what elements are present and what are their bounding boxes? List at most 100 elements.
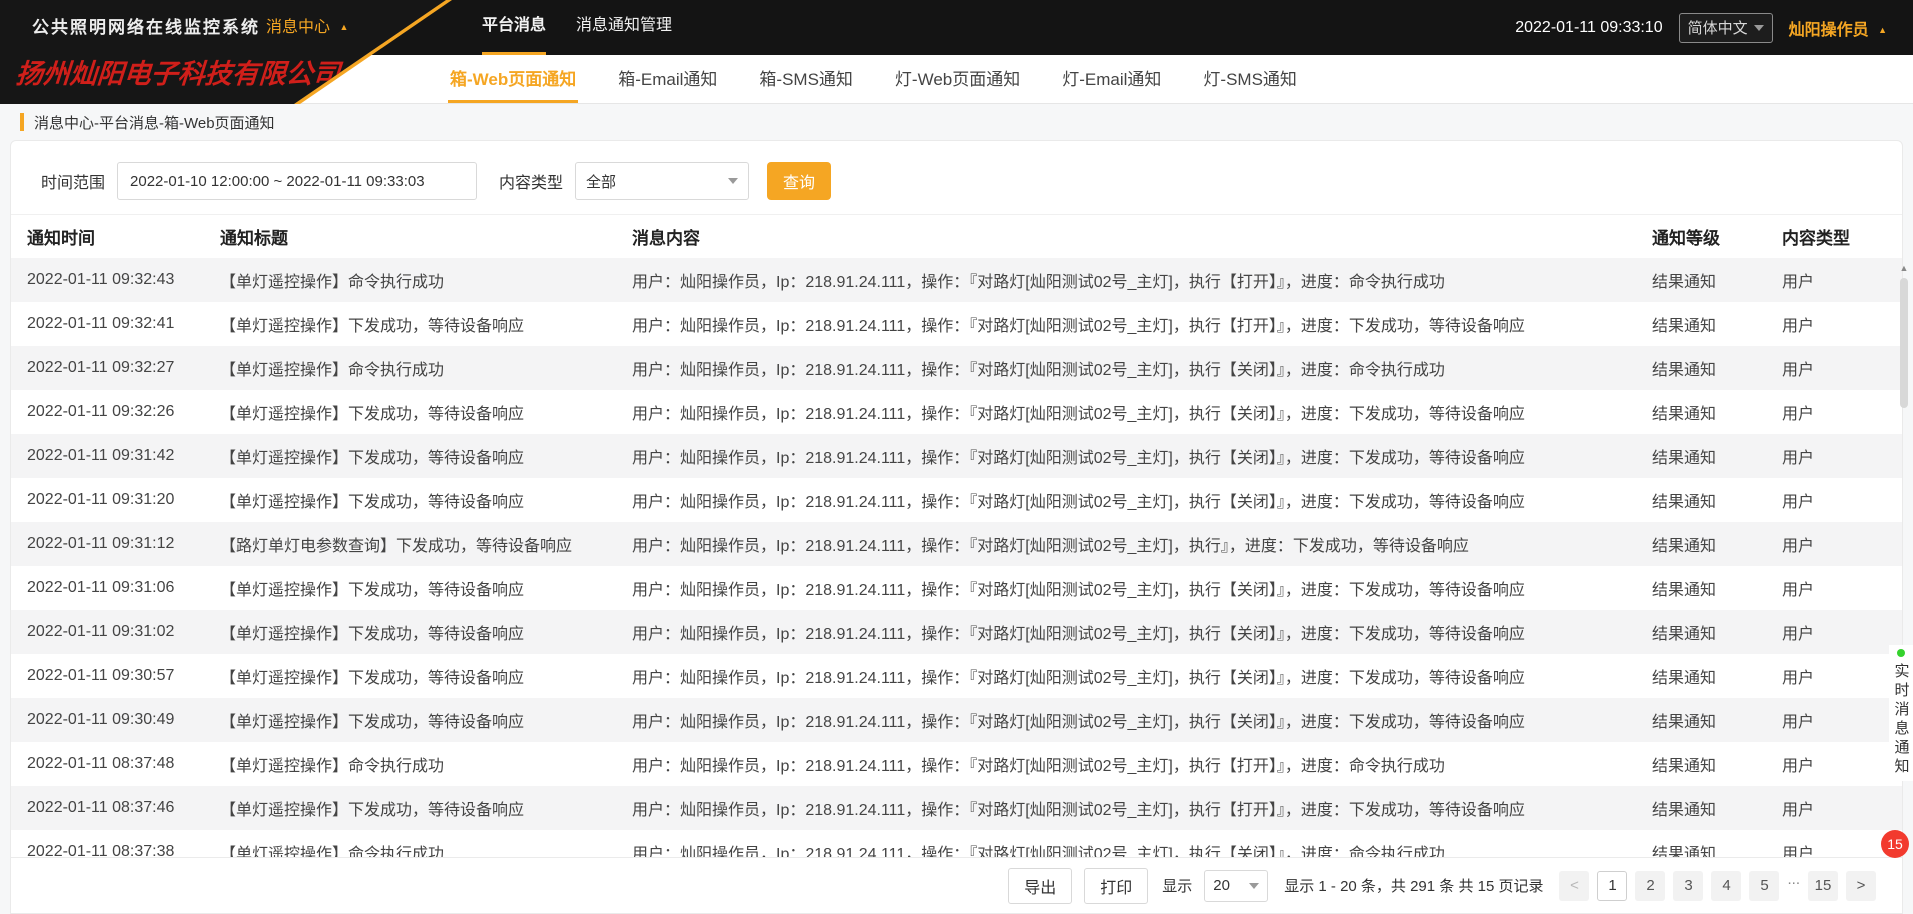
column-header: 消息内容 (616, 215, 1636, 258)
unread-count-badge[interactable]: 15 (1881, 830, 1909, 858)
cell-title: 【单灯遥控操作】下发成功，等待设备响应 (204, 654, 616, 698)
language-select[interactable]: 简体中文 (1679, 13, 1773, 43)
content-type-label: 内容类型 (499, 169, 563, 193)
realtime-message-widget[interactable]: 实时消息通知 (1889, 645, 1913, 781)
cell-type: 用户 (1766, 522, 1902, 566)
cell-time: 2022-01-11 09:32:43 (11, 258, 204, 302)
cell-content: 用户：灿阳操作员，Ip：218.91.24.111，操作：『对路灯[灿阳测试02… (616, 786, 1636, 830)
table-row[interactable]: 2022-01-11 08:37:48【单灯遥控操作】命令执行成功用户：灿阳操作… (11, 742, 1902, 786)
page-button-2[interactable]: 2 (1635, 871, 1665, 901)
topbar-content: 公共照明网络在线监控系统 消息中心 ▲ 平台消息 消息通知管理 2022-01-… (0, 0, 1913, 55)
cell-title: 【单灯遥控操作】命令执行成功 (204, 742, 616, 786)
table-row[interactable]: 2022-01-11 09:32:41【单灯遥控操作】下发成功，等待设备响应用户… (11, 302, 1902, 346)
cell-type: 用户 (1766, 390, 1902, 434)
cell-type: 用户 (1766, 434, 1902, 478)
scroll-up-icon[interactable]: ▲ (1898, 262, 1910, 274)
next-page-button[interactable]: > (1846, 871, 1876, 901)
online-status-dot (1897, 649, 1905, 657)
cell-time: 2022-01-11 09:31:42 (11, 434, 204, 478)
cell-content: 用户：灿阳操作员，Ip：218.91.24.111，操作：『对路灯[灿阳测试02… (616, 390, 1636, 434)
cell-time: 2022-01-11 09:31:06 (11, 566, 204, 610)
cell-title: 【单灯遥控操作】下发成功，等待设备响应 (204, 566, 616, 610)
topnav-platform-messages[interactable]: 平台消息 (482, 0, 546, 55)
table-row[interactable]: 2022-01-11 09:31:06【单灯遥控操作】下发成功，等待设备响应用户… (11, 566, 1902, 610)
page-ellipsis: ... (1787, 871, 1800, 901)
table-row[interactable]: 2022-01-11 09:32:27【单灯遥控操作】命令执行成功用户：灿阳操作… (11, 346, 1902, 390)
scrollbar-thumb[interactable] (1900, 278, 1908, 408)
cell-type: 用户 (1766, 786, 1902, 830)
page-button-1[interactable]: 1 (1597, 871, 1627, 901)
cell-type: 用户 (1766, 654, 1902, 698)
user-menu[interactable]: 灿阳操作员 ▲ (1789, 16, 1887, 40)
topbar-right: 2022-01-11 09:33:10 简体中文 灿阳操作员 ▲ (1515, 0, 1887, 55)
table-row[interactable]: 2022-01-11 08:37:46【单灯遥控操作】下发成功，等待设备响应用户… (11, 786, 1902, 830)
cell-level: 结果通知 (1636, 654, 1766, 698)
realtime-message-label: 实时消息通知 (1891, 663, 1912, 777)
cell-time: 2022-01-11 09:31:20 (11, 478, 204, 522)
tab-0[interactable]: 箱-Web页面通知 (448, 55, 578, 103)
filter-bar: 时间范围 内容类型 全部 查询 (11, 161, 1902, 201)
cell-time: 2022-01-11 09:32:27 (11, 346, 204, 390)
page-button-5[interactable]: 5 (1749, 871, 1779, 901)
cell-content: 用户：灿阳操作员，Ip：218.91.24.111，操作：『对路灯[灿阳测试02… (616, 566, 1636, 610)
breadcrumb-marker (20, 113, 24, 131)
table-row[interactable]: 2022-01-11 09:31:42【单灯遥控操作】下发成功，等待设备响应 用户… (11, 434, 1902, 478)
clock: 2022-01-11 09:33:10 (1515, 19, 1662, 37)
cell-type: 用户 (1766, 258, 1902, 302)
prev-page-button[interactable]: < (1559, 871, 1589, 901)
column-header: 通知标题 (204, 215, 616, 258)
cell-title: 【单灯遥控操作】下发成功，等待设备响应 (204, 786, 616, 830)
table-row[interactable]: 2022-01-11 09:30:57【单灯遥控操作】下发成功，等待设备响应用户… (11, 654, 1902, 698)
cell-time: 2022-01-11 09:32:41 (11, 302, 204, 346)
cell-content: 用户：灿阳操作员，Ip：218.91.24.111，操作：『对路灯[灿阳测试02… (616, 610, 1636, 654)
column-header: 通知时间 (11, 215, 204, 258)
cell-time: 2022-01-11 08:37:48 (11, 742, 204, 786)
message-center-label: 消息中心 (266, 19, 330, 36)
cell-time: 2022-01-11 09:31:12 (11, 522, 204, 566)
content-type-select[interactable]: 全部 (575, 162, 749, 200)
cell-time: 2022-01-11 09:32:26 (11, 390, 204, 434)
cell-level: 结果通知 (1636, 346, 1766, 390)
tab-4[interactable]: 灯-Email通知 (1060, 55, 1163, 103)
time-range-input[interactable] (117, 162, 477, 200)
cell-level: 结果通知 (1636, 302, 1766, 346)
cell-content: 用户：灿阳操作员，Ip：218.91.24.111，操作：『对路灯[灿阳测试02… (616, 346, 1636, 390)
tab-3[interactable]: 灯-Web页面通知 (893, 55, 1022, 103)
page-button-3[interactable]: 3 (1673, 871, 1703, 901)
cell-content: 用户：灿阳操作员，Ip：218.91.24.111，操作：『对路灯[灿阳测试02… (616, 302, 1636, 346)
page-button-15[interactable]: 15 (1808, 871, 1838, 901)
tab-1[interactable]: 箱-Email通知 (616, 55, 719, 103)
table-header-row: 通知时间通知标题消息内容通知等级内容类型 (11, 215, 1902, 258)
table-row[interactable]: 2022-01-11 09:32:43【单灯遥控操作】命令执行成功用户：灿阳操作… (11, 258, 1902, 302)
pagination-bar: 导出 打印 显示 20 显示 1 - 20 条，共 291 条 共 15 页记录… (11, 857, 1902, 913)
print-button[interactable]: 打印 (1084, 868, 1148, 904)
cell-title: 【单灯遥控操作】下发成功，等待设备响应 (204, 434, 616, 478)
page-button-4[interactable]: 4 (1711, 871, 1741, 901)
query-button[interactable]: 查询 (767, 162, 831, 200)
message-center-menu[interactable]: 消息中心 ▲ (266, 0, 348, 55)
table-row[interactable]: 2022-01-11 09:30:49【单灯遥控操作】下发成功，等待设备响应用户… (11, 698, 1902, 742)
table-row[interactable]: 2022-01-11 09:31:02【单灯遥控操作】下发成功，等待设备响应用户… (11, 610, 1902, 654)
column-header: 通知等级 (1636, 215, 1766, 258)
records-summary: 显示 1 - 20 条，共 291 条 共 15 页记录 (1284, 875, 1543, 896)
cell-content: 用户：灿阳操作员，Ip：218.91.24.111，操作：『对路灯[灿阳测试02… (616, 742, 1636, 786)
table-row[interactable]: 2022-01-11 09:31:20【单灯遥控操作】下发成功，等待设备响应用户… (11, 478, 1902, 522)
cell-level: 结果通知 (1636, 478, 1766, 522)
page-size-select[interactable]: 20 (1204, 870, 1268, 902)
cell-type: 用户 (1766, 742, 1902, 786)
cell-time: 2022-01-11 09:30:49 (11, 698, 204, 742)
table-row[interactable]: 2022-01-11 09:32:26【单灯遥控操作】下发成功，等待设备响应用户… (11, 390, 1902, 434)
tab-2[interactable]: 箱-SMS通知 (757, 55, 855, 103)
cell-time: 2022-01-11 08:37:46 (11, 786, 204, 830)
table-body: 2022-01-11 09:32:43【单灯遥控操作】命令执行成功用户：灿阳操作… (11, 258, 1902, 874)
page-size-value: 20 (1213, 877, 1230, 894)
cell-level: 结果通知 (1636, 698, 1766, 742)
tab-5[interactable]: 灯-SMS通知 (1201, 55, 1299, 103)
topnav-notification-management[interactable]: 消息通知管理 (576, 0, 672, 55)
table-row[interactable]: 2022-01-11 09:31:12【路灯单灯电参数查询】下发成功，等待设备响… (11, 522, 1902, 566)
cell-title: 【单灯遥控操作】下发成功，等待设备响应 (204, 698, 616, 742)
breadcrumb-text: 消息中心-平台消息-箱-Web页面通知 (34, 112, 275, 133)
cell-level: 结果通知 (1636, 522, 1766, 566)
export-button[interactable]: 导出 (1008, 868, 1072, 904)
cell-content: 用户：灿阳操作员，Ip：218.91.24.111，操作：『对路灯[灿阳测试02… (616, 258, 1636, 302)
